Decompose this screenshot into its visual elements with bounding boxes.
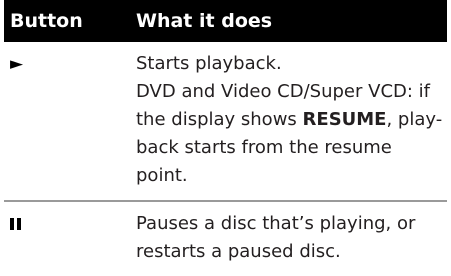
description-line: back starts from the resume xyxy=(136,137,392,158)
header-what-it-does: What it does xyxy=(136,10,273,32)
description-cell: Pauses a disc that’s playing, or restart… xyxy=(130,202,447,276)
button-function-table: Button What it does ► Starts playback. D… xyxy=(4,0,447,276)
table-row: Pauses a disc that’s playing, or restart… xyxy=(4,202,447,276)
description-cell: Starts playback. DVD and Video CD/Super … xyxy=(130,42,447,200)
description-text: the display shows xyxy=(136,109,303,130)
table-header: Button What it does xyxy=(4,0,447,42)
pause-icon xyxy=(10,218,22,230)
play-icon: ► xyxy=(10,54,24,74)
table-row: ► Starts playback. DVD and Video CD/Supe… xyxy=(4,42,447,202)
description-line: point. xyxy=(136,165,188,186)
description-text: , play- xyxy=(386,109,443,130)
header-button: Button xyxy=(10,10,83,32)
button-cell xyxy=(4,202,130,276)
description-line: DVD and Video CD/Super VCD: if xyxy=(136,81,430,102)
description-line: Pauses a disc that’s playing, or xyxy=(136,213,416,234)
description-line: Starts playback. xyxy=(136,53,282,74)
button-cell: ► xyxy=(4,42,130,200)
resume-keyword: RESUME xyxy=(302,109,387,130)
description-line: restarts a paused disc. xyxy=(136,241,341,262)
description-line: the display shows RESUME, play- xyxy=(136,106,447,134)
